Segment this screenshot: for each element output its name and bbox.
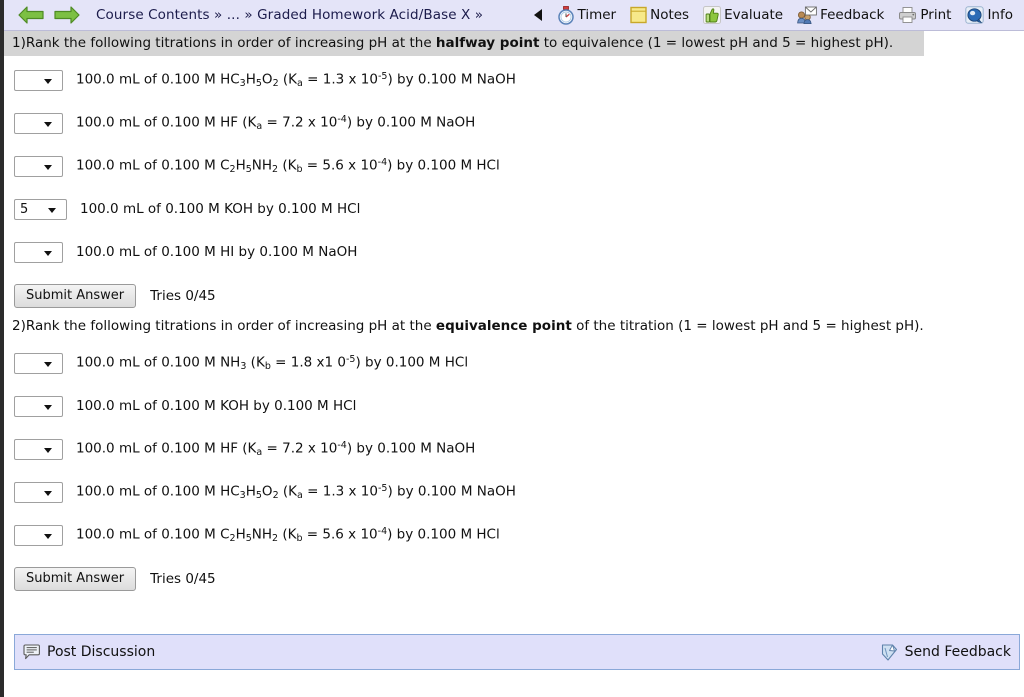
question-2-prompt: 2)Rank the following titrations in order… [4, 314, 1024, 339]
rank-select-q1-5[interactable]: 12345 [14, 241, 63, 263]
question-1-prompt-post: to equivalence (1 = lowest pH and 5 = hi… [539, 35, 894, 51]
option-label: 100.0 mL of 0.100 M HC3H5O2 (Ka = 1.3 x … [76, 482, 516, 501]
question-1-number: 1) [12, 35, 26, 51]
toolbar-item-print[interactable]: Print [891, 0, 958, 30]
rank-select-q1-3[interactable]: 12345 [14, 155, 63, 177]
rank-select-q1-1[interactable]: 12345 [14, 69, 63, 91]
toolbar-item-timer[interactable]: Timer [550, 0, 624, 30]
evaluate-thumbsup-icon [703, 6, 722, 24]
submit-answer-button-1[interactable]: Submit Answer [14, 284, 137, 308]
back-arrow-icon[interactable] [18, 4, 44, 26]
breadcrumb[interactable]: Course Contents » ... » Graded Homework … [96, 7, 483, 23]
rank-select-wrap: 12345 [14, 481, 63, 503]
footer-bar: Post Discussion Send Feedback [14, 634, 1020, 670]
post-discussion-button[interactable]: Post Discussion [23, 643, 156, 661]
question-1-prompt-bold: halfway point [435, 35, 540, 51]
nav-arrow-group [4, 4, 80, 26]
option-row: 12345 100.0 mL of 0.100 M HC3H5O2 (Ka = … [4, 481, 1024, 503]
toolbar-label-notes: Notes [650, 7, 690, 23]
rank-select-wrap: 12345 [14, 155, 63, 177]
option-row: 12345 100.0 mL of 0.100 M HC3H5O2 (Ka = … [4, 69, 1024, 91]
send-feedback-label: Send Feedback [904, 644, 1011, 660]
option-label: 100.0 mL of 0.100 M C2H5NH2 (Kb = 5.6 x … [76, 156, 500, 175]
option-label: 100.0 mL of 0.100 M C2H5NH2 (Kb = 5.6 x … [76, 525, 500, 544]
rank-select-wrap: 12345 [14, 395, 63, 417]
option-label: 100.0 mL of 0.100 M KOH by 0.100 M HCl [76, 398, 357, 414]
breadcrumb-text[interactable]: Course Contents » ... » Graded Homework … [96, 7, 483, 23]
option-row: 12345 100.0 mL of 0.100 M HF (Ka = 7.2 x… [4, 112, 1024, 134]
question-2-prompt-pre: Rank the following titrations in order o… [25, 318, 436, 334]
tries-counter-1: Tries 0/45 [150, 288, 216, 304]
rank-select-q2-5[interactable]: 12345 [14, 524, 63, 546]
option-row: 12345 100.0 mL of 0.100 M KOH by 0.100 M… [4, 395, 1024, 417]
rank-select-wrap: 12345 [14, 198, 67, 220]
rank-select-q1-2[interactable]: 12345 [14, 112, 63, 134]
rank-select-wrap: 12345 [14, 524, 63, 546]
notes-icon [630, 6, 647, 24]
toolbar-item-notes[interactable]: Notes [623, 0, 696, 30]
send-feedback-button[interactable]: Send Feedback [880, 643, 1011, 661]
option-row: 12345 100.0 mL of 0.100 M HI by 0.100 M … [4, 241, 1024, 263]
toolbar-item-evaluate[interactable]: Evaluate [696, 0, 790, 30]
toolbar-label-evaluate: Evaluate [724, 7, 784, 23]
question-2-prompt-post: of the titration (1 = lowest pH and 5 = … [571, 318, 924, 334]
question-1-prompt: 1)Rank the following titrations in order… [4, 31, 924, 56]
question-1-prompt-pre: Rank the following titrations in order o… [25, 35, 436, 51]
timer-icon [557, 5, 574, 25]
question-2-options: 12345 100.0 mL of 0.100 M NH3 (Kb = 1.8 … [4, 352, 1024, 546]
question-2-submit-line: Submit Answer Tries 0/45 [4, 567, 1024, 591]
question-2-number: 2) [12, 318, 26, 334]
header-toolbar: Timer Notes Evaluate Feedback Print Info [530, 0, 1021, 30]
feedback-icon [797, 6, 817, 24]
rank-select-q2-2[interactable]: 12345 [14, 395, 63, 417]
question-block-1: 1)Rank the following titrations in order… [4, 31, 1024, 308]
option-label: 100.0 mL of 0.100 M KOH by 0.100 M HCl [80, 201, 361, 217]
top-navigation-bar: Course Contents » ... » Graded Homework … [4, 0, 1024, 31]
option-label: 100.0 mL of 0.100 M NH3 (Kb = 1.8 x1 0-5… [76, 353, 469, 372]
toolbar-item-feedback[interactable]: Feedback [790, 0, 891, 30]
question-2-prompt-bold: equivalence point [435, 318, 572, 334]
rank-select-wrap: 12345 [14, 352, 63, 374]
tries-counter-2: Tries 0/45 [150, 571, 216, 587]
post-discussion-label: Post Discussion [47, 644, 156, 660]
option-row: 12345 100.0 mL of 0.100 M NH3 (Kb = 1.8 … [4, 352, 1024, 374]
toolbar-label-timer: Timer [577, 7, 617, 23]
send-feedback-icon [881, 643, 897, 661]
info-icon [965, 6, 985, 24]
toolbar-label-info: Info [987, 7, 1013, 23]
page-left-edge [0, 0, 4, 697]
rank-select-q2-4[interactable]: 12345 [14, 481, 63, 503]
forward-arrow-icon[interactable] [54, 4, 80, 26]
rank-select-q2-3[interactable]: 12345 [14, 438, 63, 460]
toolbar-label-feedback: Feedback [820, 7, 885, 23]
option-row: 12345 100.0 mL of 0.100 M KOH by 0.100 M… [4, 198, 1024, 220]
question-block-2: 2)Rank the following titrations in order… [4, 314, 1024, 591]
toolbar-label-print: Print [920, 7, 952, 23]
print-icon [899, 7, 917, 23]
rank-select-wrap: 12345 [14, 112, 63, 134]
question-1-options: 12345 100.0 mL of 0.100 M HC3H5O2 (Ka = … [4, 69, 1024, 263]
rank-select-q2-1[interactable]: 12345 [14, 352, 63, 374]
option-label: 100.0 mL of 0.100 M HF (Ka = 7.2 x 10-4)… [76, 113, 476, 132]
option-row: 12345 100.0 mL of 0.100 M C2H5NH2 (Kb = … [4, 524, 1024, 546]
option-row: 12345 100.0 mL of 0.100 M C2H5NH2 (Kb = … [4, 155, 1024, 177]
question-1-submit-line: Submit Answer Tries 0/45 [4, 284, 1024, 308]
submit-answer-button-2[interactable]: Submit Answer [14, 567, 137, 591]
rank-select-wrap: 12345 [14, 438, 63, 460]
toolbar-item-info[interactable]: Info [958, 0, 1020, 30]
rank-select-wrap: 12345 [14, 69, 63, 91]
collapse-triangle-icon[interactable] [530, 9, 550, 21]
rank-select-wrap: 12345 [14, 241, 63, 263]
rank-select-q1-4[interactable]: 12345 [14, 198, 67, 220]
option-label: 100.0 mL of 0.100 M HF (Ka = 7.2 x 10-4)… [76, 439, 476, 458]
option-label: 100.0 mL of 0.100 M HC3H5O2 (Ka = 1.3 x … [76, 70, 516, 89]
discussion-bubble-icon [23, 643, 40, 659]
page-body: Course Contents » ... » Graded Homework … [4, 0, 1024, 697]
option-label: 100.0 mL of 0.100 M HI by 0.100 M NaOH [76, 244, 358, 260]
option-row: 12345 100.0 mL of 0.100 M HF (Ka = 7.2 x… [4, 438, 1024, 460]
